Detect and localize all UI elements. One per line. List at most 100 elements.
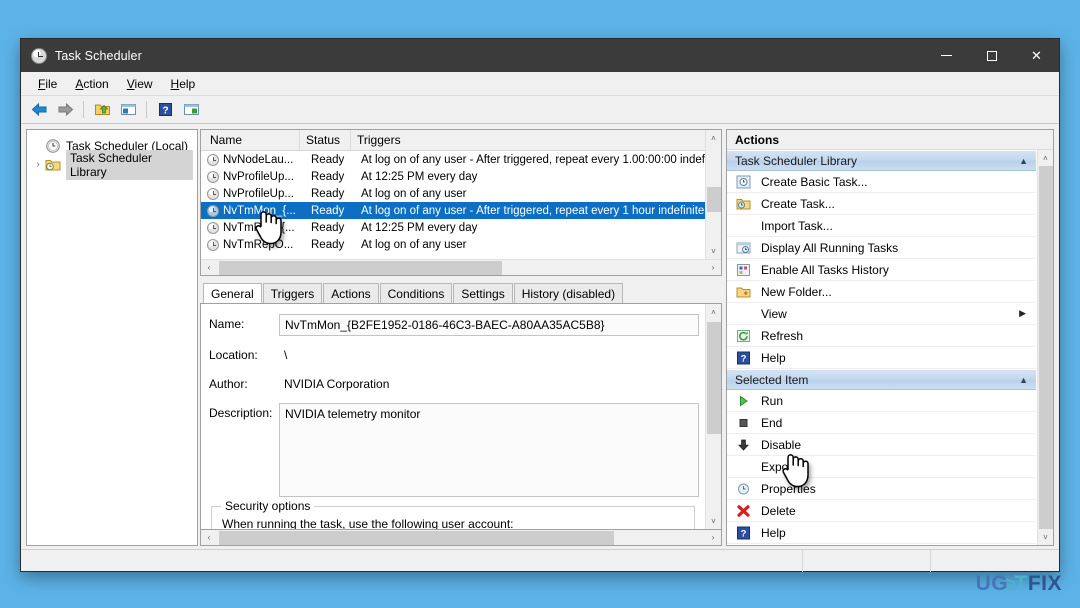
tree-item-task-scheduler-library[interactable]: › Task Scheduler Library [31,149,193,180]
vscroll-thumb[interactable] [706,322,721,434]
scroll-down-icon[interactable]: ˅ [706,513,722,529]
statusbar-segment-3 [931,550,1059,572]
tree-expander-root[interactable] [31,140,45,151]
action-new-folder[interactable]: New Folder... [727,281,1036,303]
minimize-button[interactable] [924,39,969,72]
scroll-up-icon[interactable]: ˄ [706,130,722,146]
scroll-up-icon[interactable]: ˄ [1038,150,1054,166]
general-tab-content: Name: NvTmMon_{B2FE1952-0186-46C3-BAEC-A… [200,303,722,530]
table-row-selected[interactable]: NvTmMon_{... Ready At log on of any user… [201,202,721,219]
action-view[interactable]: View ▶ [727,303,1036,325]
scroll-down-icon[interactable]: ˅ [706,243,722,259]
tab-general[interactable]: General [203,283,262,304]
vscroll-track[interactable] [706,146,722,243]
hscroll-thumb[interactable] [219,260,503,275]
console-tree-pane: Task Scheduler (Local) › Task Scheduler … [26,129,198,546]
scroll-right-icon[interactable]: › [705,530,721,546]
location-value: \ [284,348,288,362]
description-field[interactable]: NVIDIA telemetry monitor [279,403,699,497]
scroll-right-icon[interactable]: › [705,260,721,276]
tab-conditions[interactable]: Conditions [379,283,453,303]
display-running-tasks-icon [735,240,752,256]
menu-action[interactable]: Action [66,75,117,93]
menu-help[interactable]: Help [162,75,205,93]
up-folder-icon[interactable] [90,98,114,122]
action-create-basic-task[interactable]: Create Basic Task... [727,171,1036,193]
menu-view[interactable]: View [118,75,162,93]
actions-group-header-library[interactable]: Task Scheduler Library ▲ [727,150,1036,171]
name-field[interactable]: NvTmMon_{B2FE1952-0186-46C3-BAEC-A80AA35… [279,314,699,336]
action-run[interactable]: Run [727,390,1036,412]
help-icon[interactable]: ? [153,98,177,122]
table-row[interactable]: NvProfileUp... Ready At 12:25 PM every d… [201,168,721,185]
ugetfix-watermark: U G ≥ T FIX [976,572,1062,596]
actions-vertical-scrollbar[interactable]: ˄ ˅ [1037,150,1053,545]
table-row[interactable]: NvTmRepO... Ready At log on of any user [201,236,721,253]
menu-file[interactable]: File [29,75,66,93]
action-end[interactable]: End [727,412,1036,434]
form-row-name: Name: NvTmMon_{B2FE1952-0186-46C3-BAEC-A… [209,314,699,336]
scroll-up-icon[interactable]: ˄ [706,304,722,320]
run-icon [735,393,752,409]
action-label: Create Basic Task... [761,174,868,189]
vscroll-thumb[interactable] [706,186,721,212]
action-help-library[interactable]: ? Help [727,347,1036,369]
hscroll-thumb[interactable] [219,530,615,545]
action-label: Properties [761,481,816,496]
action-help-selected[interactable]: ? Help [727,522,1036,544]
cell-status: Ready [311,204,345,217]
watermark-fix: FIX [1027,572,1062,595]
action-properties[interactable]: Properties [727,478,1036,500]
chevron-up-icon[interactable]: ▲ [1019,375,1028,385]
clock-icon [207,153,219,166]
action-disable[interactable]: Disable [727,434,1036,456]
hscroll-track[interactable] [217,530,705,546]
chevron-right-icon[interactable]: ▶ [1019,308,1026,319]
clock-icon [207,187,219,200]
tab-triggers[interactable]: Triggers [262,283,323,303]
tree-expander-library[interactable]: › [31,159,45,170]
show-hide-action-pane-icon[interactable] [179,98,203,122]
vscroll-track[interactable] [706,320,722,513]
clock-icon [207,204,219,217]
vscroll-thumb[interactable] [1038,166,1053,529]
details-vertical-scrollbar[interactable]: ˄ ˅ [705,304,721,529]
show-hide-console-tree-icon[interactable] [116,98,140,122]
cell-name: NvTmRepO... [223,238,294,251]
window-title: Task Scheduler [55,48,142,63]
action-refresh[interactable]: Refresh [727,325,1036,347]
table-row[interactable]: NvTmRep_{... Ready At 12:25 PM every day [201,219,721,236]
scroll-left-icon[interactable]: ‹ [201,530,217,546]
action-enable-all-tasks-history[interactable]: Enable All Tasks History [727,259,1036,281]
details-horizontal-scrollbar[interactable]: ‹ › [200,530,722,546]
table-row[interactable]: NvProfileUp... Ready At log on of any us… [201,185,721,202]
close-button[interactable]: ✕ [1014,39,1059,72]
action-import-task[interactable]: Import Task... [727,215,1036,237]
forward-arrow-icon[interactable] [53,98,77,122]
tab-history[interactable]: History (disabled) [513,283,624,303]
chevron-up-icon[interactable]: ▲ [1019,156,1028,166]
actions-group-header-selected-item[interactable]: Selected Item ▲ [727,369,1036,390]
none-icon [735,459,752,475]
column-header-name[interactable]: Name [201,133,299,147]
action-delete[interactable]: Delete [727,500,1036,522]
task-list-horizontal-scrollbar[interactable]: ‹ › [201,259,721,275]
column-header-status[interactable]: Status [300,133,350,147]
action-create-task[interactable]: Create Task... [727,193,1036,215]
back-arrow-icon[interactable] [27,98,51,122]
middle-pane: Name Status Triggers NvNodeLau... Ready … [200,129,722,546]
task-list-vertical-scrollbar[interactable]: ˄ ˅ [705,130,721,259]
scroll-down-icon[interactable]: ˅ [1038,529,1054,545]
maximize-button[interactable] [969,39,1014,72]
action-export[interactable]: Export... [727,456,1036,478]
tab-actions[interactable]: Actions [323,283,379,303]
action-label: Disable [761,437,802,452]
enable-history-icon [735,262,752,278]
column-header-triggers[interactable]: Triggers [351,133,721,147]
tab-settings[interactable]: Settings [453,283,513,303]
hscroll-track[interactable] [217,260,705,276]
action-display-all-running-tasks[interactable]: Display All Running Tasks [727,237,1036,259]
scroll-left-icon[interactable]: ‹ [201,260,217,276]
vscroll-track[interactable] [1038,166,1054,529]
table-row[interactable]: NvNodeLau... Ready At log on of any user… [201,151,721,168]
